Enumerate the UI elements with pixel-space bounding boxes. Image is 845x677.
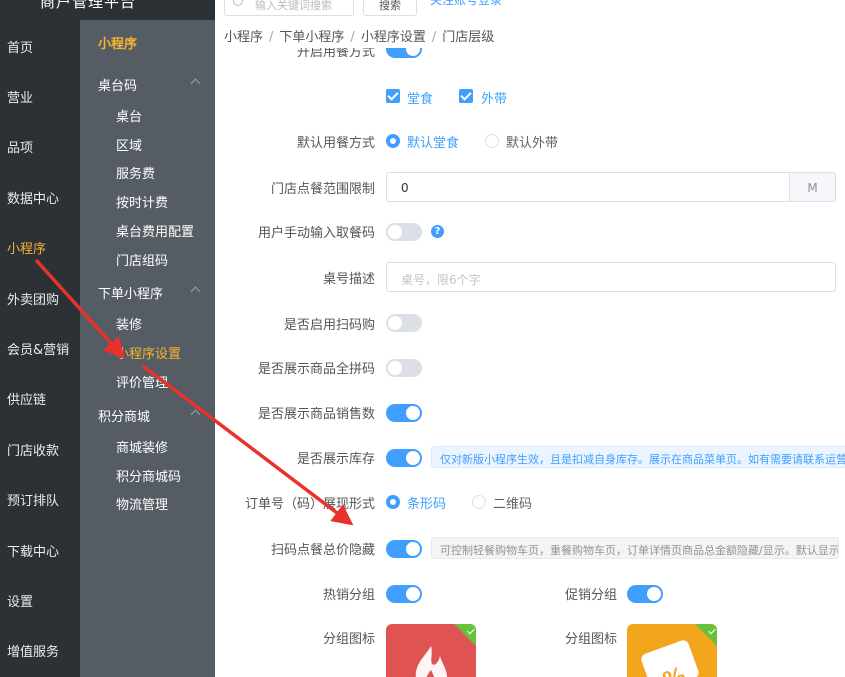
hide-total-tip: 可控制轻餐购物车页，重餐购物车页，订单详情页商品总金额隐藏/显示。默认显示 (431, 537, 839, 559)
top-bar: 商户管理平台 输入关键词搜索 搜索 关注账号登录 (0, 0, 845, 20)
search-input[interactable]: 输入关键词搜索 (224, 0, 354, 16)
nav-mini-program[interactable]: 小程序 (7, 238, 46, 257)
show-sales-switch[interactable] (386, 404, 422, 422)
order-code-label: 订单号（码）展现形式 (244, 497, 375, 512)
app-title: 商户管理平台 (40, 0, 137, 11)
nav-reservation-queue[interactable]: 预订排队 (7, 490, 59, 509)
promo-group-icon-label: 分组图标 (564, 632, 617, 647)
hot-group-label: 热销分组 (322, 588, 375, 603)
default-dine-in-label: 默认堂食 (407, 136, 460, 151)
manual-input-label: 用户手动输入取餐码 (257, 226, 375, 241)
promo-group-icon[interactable]: % (627, 624, 717, 677)
chevron-up-icon[interactable] (190, 409, 201, 420)
promo-group-label: 促销分组 (564, 588, 617, 603)
hot-group-icon-label: 分组图标 (322, 632, 375, 647)
breadcrumb-item[interactable]: 下单小程序 (279, 30, 344, 45)
subnav-store-group-code[interactable]: 门店组码 (116, 250, 168, 269)
nav-takeout[interactable]: 外卖团购 (7, 289, 59, 308)
breadcrumb-item[interactable]: 小程序设置 (361, 30, 426, 45)
show-stock-label: 是否展示库存 (296, 452, 375, 467)
hide-total-switch[interactable] (386, 540, 422, 558)
promo-group-switch[interactable] (627, 585, 663, 603)
default-takeaway-radio[interactable] (485, 134, 499, 148)
barcode-label: 条形码 (407, 497, 447, 512)
chevron-up-icon[interactable] (190, 78, 201, 89)
settings-form: 开启用餐方式 堂食 外带 默认用餐方式 默认堂食 默认外带 门店点餐范围限制 0… (215, 48, 845, 677)
app-window: 商户管理平台 输入关键词搜索 搜索 关注账号登录 首页 营业 品项 数据中心 小… (0, 0, 845, 677)
group-points-mall[interactable]: 积分商城 (98, 406, 150, 425)
subnav-table-fee-config[interactable]: 桌台费用配置 (116, 221, 194, 240)
manual-input-switch[interactable] (386, 223, 422, 241)
secondary-sidebar: 小程序 桌台码 桌台 区域 服务费 按时计费 桌台费用配置 门店组码 下单小程序… (80, 20, 215, 677)
takeaway-checkbox[interactable] (459, 89, 473, 103)
show-stock-switch[interactable] (386, 449, 422, 467)
nav-settings[interactable]: 设置 (7, 591, 33, 610)
default-mode-label: 默认用餐方式 (296, 136, 375, 151)
secondary-sidebar-title: 小程序 (98, 37, 138, 52)
qrcode-radio[interactable] (472, 495, 486, 509)
dine-in-checkbox[interactable] (386, 89, 400, 103)
show-sales-label: 是否展示商品销售数 (257, 407, 375, 422)
subnav-time-billing[interactable]: 按时计费 (116, 192, 168, 211)
table-desc-label: 桌号描述 (322, 272, 375, 287)
subnav-service-fee[interactable]: 服务费 (116, 163, 155, 182)
nav-download-center[interactable]: 下载中心 (7, 541, 59, 560)
group-order-mini-program[interactable]: 下单小程序 (98, 283, 163, 302)
subnav-mini-program-settings[interactable]: 小程序设置 (116, 343, 181, 362)
help-icon[interactable]: ? (431, 225, 444, 238)
nav-home[interactable]: 首页 (7, 37, 33, 56)
breadcrumb-separator: / (431, 30, 437, 45)
subnav-decoration[interactable]: 装修 (116, 314, 142, 333)
hide-total-label: 扫码点餐总价隐藏 (270, 543, 375, 558)
scan-buy-switch[interactable] (386, 314, 422, 332)
hot-group-icon[interactable] (386, 624, 476, 677)
nav-business[interactable]: 营业 (7, 87, 33, 106)
nav-products[interactable]: 品项 (7, 137, 33, 156)
dine-mode-enable-switch[interactable] (386, 48, 422, 58)
subnav-table[interactable]: 桌台 (116, 106, 142, 125)
stock-tip: 仅对新版小程序生效，且是扣减自身库存。展示在商品菜单页。如有需要请联系运营开通 (431, 446, 845, 468)
show-spell-switch[interactable] (386, 359, 422, 377)
breadcrumb: 小程序 / 下单小程序 / 小程序设置 / 门店层级 (224, 26, 494, 45)
chevron-up-icon[interactable] (190, 286, 201, 297)
takeaway-label: 外带 (481, 92, 508, 107)
subnav-points-mall-code[interactable]: 积分商城码 (116, 466, 181, 485)
nav-member-marketing[interactable]: 会员&营销 (7, 339, 69, 358)
default-takeaway-label: 默认外带 (506, 136, 559, 151)
nav-store-payment[interactable]: 门店收款 (7, 440, 59, 459)
breadcrumb-separator: / (269, 30, 274, 45)
scan-buy-label: 是否启用扫码购 (283, 318, 375, 333)
nav-data-center[interactable]: 数据中心 (7, 188, 59, 207)
nav-value-added[interactable]: 增值服务 (7, 641, 59, 660)
default-dine-in-radio[interactable] (386, 134, 400, 148)
search-button[interactable]: 搜索 (363, 0, 417, 16)
breadcrumb-item[interactable]: 小程序 (224, 30, 263, 45)
group-table-code[interactable]: 桌台码 (98, 75, 137, 94)
breadcrumb-item-current: 门店层级 (442, 30, 495, 45)
show-spell-label: 是否展示商品全拼码 (257, 362, 375, 377)
range-limit-input[interactable]: 0 (386, 172, 790, 202)
range-limit-unit: M (789, 172, 836, 202)
top-link[interactable]: 关注账号登录 (430, 0, 502, 8)
subnav-logistics[interactable]: 物流管理 (116, 494, 168, 513)
subnav-review-management[interactable]: 评价管理 (116, 372, 168, 391)
primary-sidebar: 首页 营业 品项 数据中心 小程序 外卖团购 会员&营销 供应链 门店收款 预订… (0, 20, 80, 677)
qrcode-label: 二维码 (493, 497, 533, 512)
barcode-radio[interactable] (386, 495, 400, 509)
nav-supply-chain[interactable]: 供应链 (7, 389, 46, 408)
subnav-mall-decoration[interactable]: 商城装修 (116, 437, 168, 456)
breadcrumb-separator: / (350, 30, 355, 45)
logo-area: 商户管理平台 (0, 0, 215, 20)
dine-mode-enable-label: 开启用餐方式 (296, 48, 375, 60)
hot-group-switch[interactable] (386, 585, 422, 603)
range-limit-label: 门店点餐范围限制 (270, 182, 375, 197)
table-desc-input[interactable]: 桌号，限6个字 (386, 262, 836, 292)
subnav-area[interactable]: 区域 (116, 135, 142, 154)
dine-in-label: 堂食 (407, 92, 434, 107)
